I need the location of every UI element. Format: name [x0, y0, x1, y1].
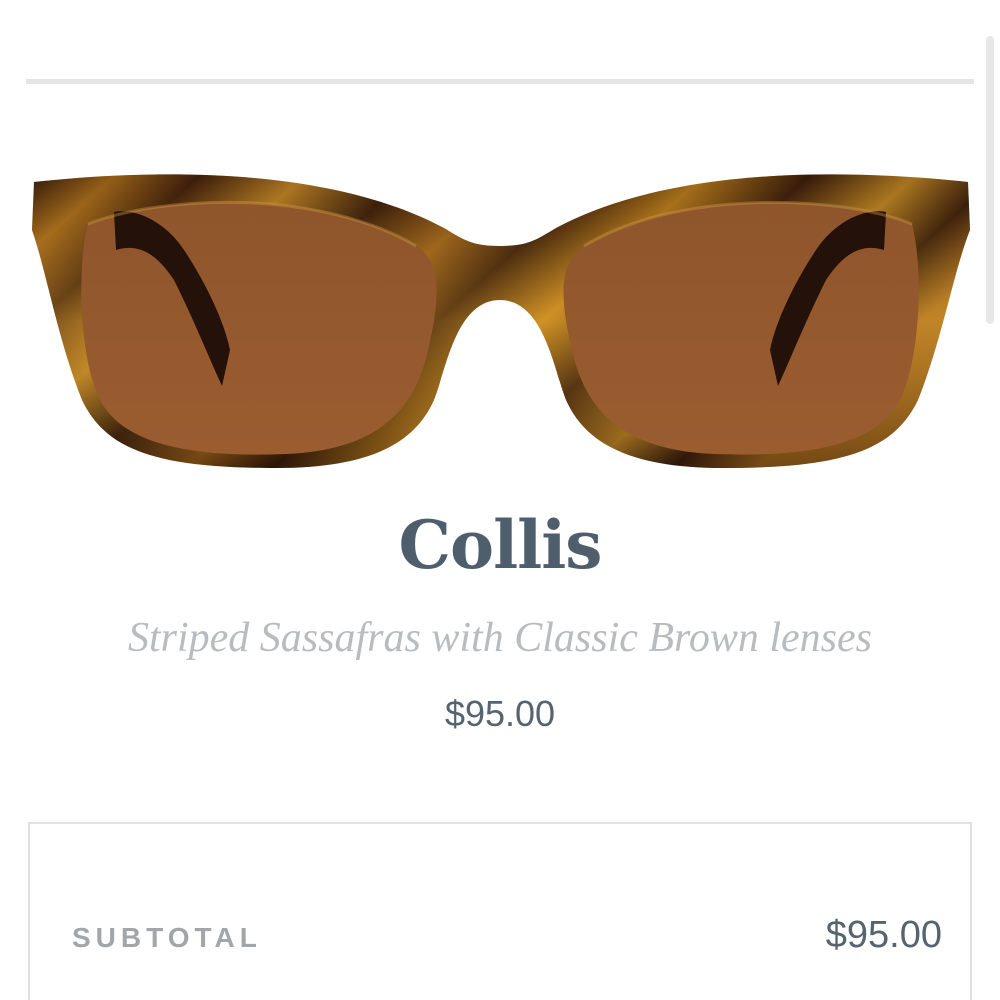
product-page: Collis Striped Sassafras with Classic Br…: [0, 0, 1000, 1000]
subtotal-label: SUBTOTAL: [72, 922, 262, 953]
product-name: Collis: [398, 506, 603, 584]
sunglasses-image: [24, 150, 976, 490]
product-variant: Striped Sassafras with Classic Brown len…: [127, 615, 872, 661]
order-summary: SUBTOTAL $95.00: [28, 822, 972, 1000]
product-price: $95.00: [444, 693, 556, 734]
divider: [26, 79, 974, 84]
subtotal-value: $95.00: [825, 914, 942, 956]
scrollbar[interactable]: [986, 36, 994, 324]
